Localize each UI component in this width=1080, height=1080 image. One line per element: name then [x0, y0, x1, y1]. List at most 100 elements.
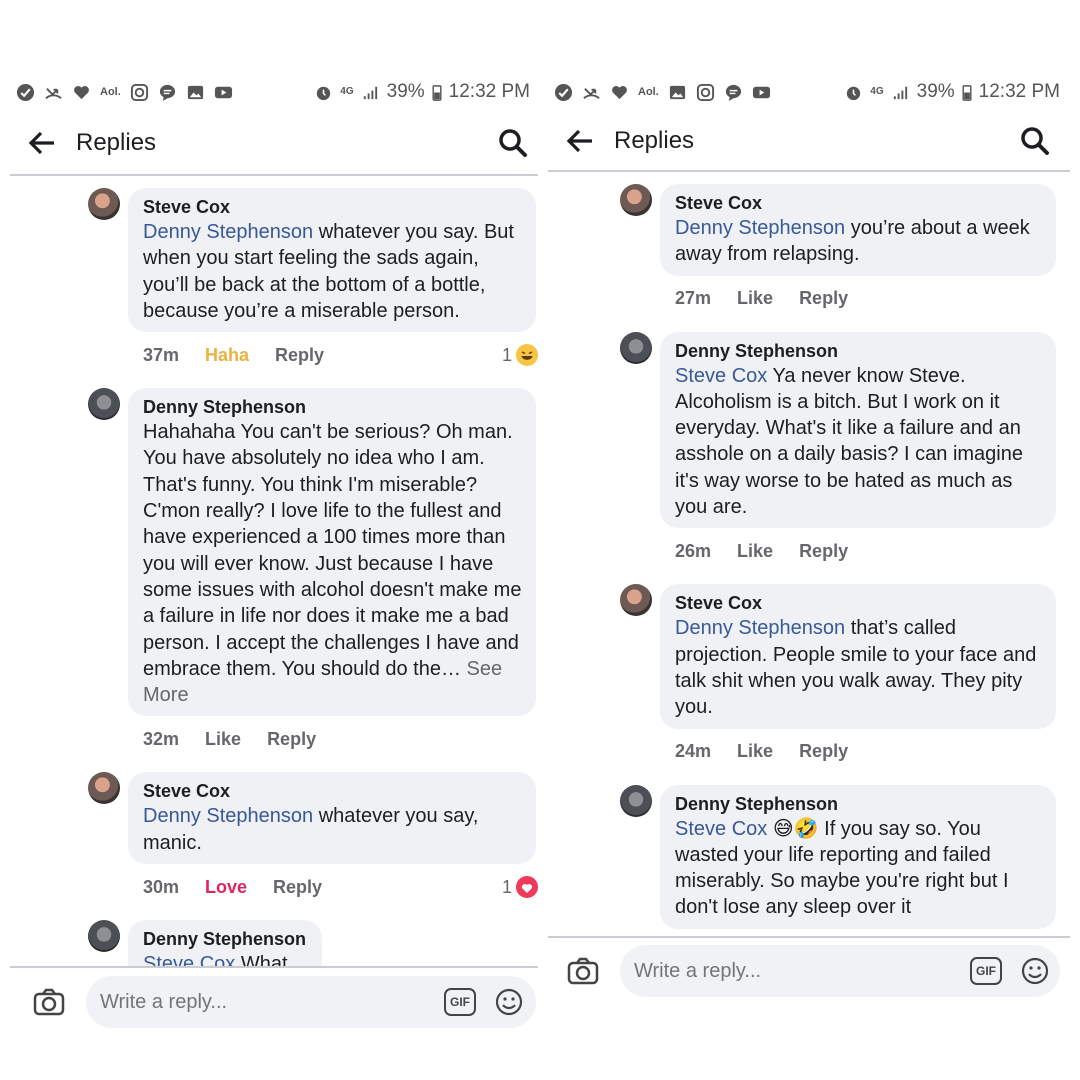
chat-icon	[158, 83, 177, 102]
youtube-icon	[752, 83, 771, 102]
reply-comment: Steve Cox Denny Stephenson whatever you s…	[0, 772, 538, 899]
reply-button[interactable]: Reply	[273, 877, 322, 898]
emoji-icon[interactable]	[494, 987, 524, 1017]
clock: 12:32 PM	[448, 81, 530, 102]
avatar[interactable]	[620, 184, 652, 216]
comment-text: Denny Stephenson whatever you say. But w…	[143, 219, 522, 324]
like-button[interactable]: Like	[737, 541, 773, 562]
right-screenshot: Aol. 4G 39% 12:32 PM Replies Steve Cox De…	[548, 0, 1080, 1080]
chat-icon	[724, 83, 743, 102]
comment-timestamp: 30m	[143, 876, 180, 897]
mention-link[interactable]: Denny Stephenson	[143, 221, 313, 243]
youtube-icon	[214, 83, 233, 102]
back-arrow-icon[interactable]	[24, 125, 60, 161]
mention-link[interactable]: Denny Stephenson	[675, 217, 845, 239]
missed-call-icon	[44, 83, 63, 102]
love-reaction-icon	[516, 876, 538, 899]
like-button[interactable]: Like	[737, 741, 773, 762]
network-type: 4G	[870, 86, 884, 97]
battery-icon	[962, 83, 972, 102]
back-arrow-icon[interactable]	[562, 123, 598, 159]
status-bar: Aol. 4G 39% 12:32 PM	[548, 78, 1080, 106]
comment-body: Hahahaha You can't be serious? Oh man. Y…	[143, 421, 522, 680]
status-notification-icons: Aol.	[0, 83, 233, 102]
avatar[interactable]	[620, 331, 652, 364]
comment-actions: 37m Haha Reply 1	[143, 344, 538, 367]
comment-timestamp: 37m	[143, 344, 180, 365]
comment-bubble: Denny Stephenson Steve Cox 😅🤣 If you say …	[660, 784, 1056, 929]
composer-divider	[10, 966, 538, 968]
reaction-button[interactable]: Haha	[205, 345, 249, 366]
replies-thread: Steve Cox Denny Stephenson whatever you s…	[0, 176, 538, 966]
avatar[interactable]	[620, 784, 652, 817]
comment-author[interactable]: Steve Cox	[143, 779, 522, 803]
heart-icon	[72, 83, 91, 102]
camera-icon[interactable]	[32, 985, 66, 1019]
comment-text: Hahahaha You can't be serious? Oh man. Y…	[143, 419, 522, 708]
mention-link[interactable]: Steve Cox	[675, 818, 767, 840]
comment-bubble: Denny Stephenson Hahahaha You can't be se…	[128, 388, 536, 717]
comment-text: Steve Cox 😅🤣 If you say so. You wasted y…	[675, 816, 1042, 921]
image-icon	[186, 83, 205, 102]
camera-icon[interactable]	[566, 954, 600, 988]
comment-author[interactable]: Steve Cox	[675, 191, 1042, 215]
mention-link[interactable]: Steve Cox	[143, 953, 235, 966]
comment-timestamp: 27m	[675, 288, 712, 309]
alarm-icon	[314, 83, 333, 102]
gif-button[interactable]: GIF	[970, 957, 1002, 985]
reply-comment: Steve Cox Denny Stephenson you’re about a…	[548, 184, 1080, 310]
like-button[interactable]: Like	[205, 729, 241, 750]
signal-icon	[891, 83, 910, 102]
comment-author[interactable]: Denny Stephenson	[143, 395, 522, 419]
comment-bubble: Steve Cox Denny Stephenson whatever you s…	[128, 188, 536, 333]
avatar[interactable]	[88, 772, 120, 805]
reply-button[interactable]: Reply	[275, 345, 324, 366]
reply-button[interactable]: Reply	[799, 741, 848, 762]
reply-composer: GIF	[10, 975, 538, 1029]
reply-button[interactable]: Reply	[799, 541, 848, 562]
instagram-icon	[696, 83, 715, 102]
left-screenshot: Aol. 4G 39% 12:32 PM Replies Steve Cox De…	[0, 0, 538, 1080]
avatar[interactable]	[88, 920, 120, 953]
status-notification-icons: Aol.	[548, 83, 771, 102]
reply-button[interactable]: Reply	[799, 288, 848, 309]
heart-icon	[610, 83, 629, 102]
comment-actions: 27m Like Reply	[675, 288, 1080, 310]
reply-button[interactable]: Reply	[267, 729, 316, 750]
like-button[interactable]: Like	[737, 288, 773, 309]
comment-actions: 26m Like Reply	[675, 540, 1080, 562]
reaction-summary[interactable]: 1	[502, 876, 538, 899]
aol-label: Aol.	[638, 86, 659, 98]
comment-author[interactable]: Denny Stephenson	[675, 339, 1042, 363]
reaction-summary[interactable]: 1	[502, 344, 538, 367]
comment-author[interactable]: Denny Stephenson	[143, 927, 308, 951]
comment-bubble: Steve Cox Denny Stephenson that’s called …	[660, 584, 1056, 729]
header-divider	[548, 170, 1070, 172]
reaction-button[interactable]: Love	[205, 877, 247, 898]
comment-bubble: Denny Stephenson Steve Cox What…	[128, 920, 322, 966]
comment-text: Steve Cox Ya never know Steve. Alcoholis…	[675, 363, 1042, 521]
comment-bubble: Steve Cox Denny Stephenson you’re about a…	[660, 184, 1056, 276]
mention-link[interactable]: Denny Stephenson	[143, 805, 313, 827]
avatar[interactable]	[620, 584, 652, 617]
battery-icon	[432, 83, 442, 102]
comment-text: Denny Stephenson whatever you say, manic…	[143, 803, 522, 856]
emoji-icon[interactable]	[1020, 956, 1050, 986]
search-icon[interactable]	[496, 126, 530, 160]
comment-author[interactable]: Steve Cox	[143, 195, 522, 219]
comment-author[interactable]: Denny Stephenson	[675, 792, 1042, 816]
comment-actions: 32m Like Reply	[143, 728, 538, 750]
comment-timestamp: 24m	[675, 741, 712, 762]
mention-link[interactable]: Steve Cox	[675, 365, 767, 387]
reply-comment: Denny Stephenson Hahahaha You can't be se…	[0, 388, 538, 750]
avatar[interactable]	[88, 188, 120, 220]
avatar[interactable]	[88, 388, 120, 421]
reply-comment: Denny Stephenson Steve Cox Ya never know …	[548, 331, 1080, 563]
comment-author[interactable]: Steve Cox	[675, 591, 1042, 615]
reply-comment: Denny Stephenson Steve Cox What…	[0, 920, 538, 966]
mention-link[interactable]: Denny Stephenson	[675, 617, 845, 639]
comment-bubble: Steve Cox Denny Stephenson whatever you s…	[128, 772, 536, 865]
status-system-icons: 4G 39% 12:32 PM	[314, 81, 538, 103]
gif-button[interactable]: GIF	[444, 988, 476, 1016]
search-icon[interactable]	[1018, 124, 1052, 158]
